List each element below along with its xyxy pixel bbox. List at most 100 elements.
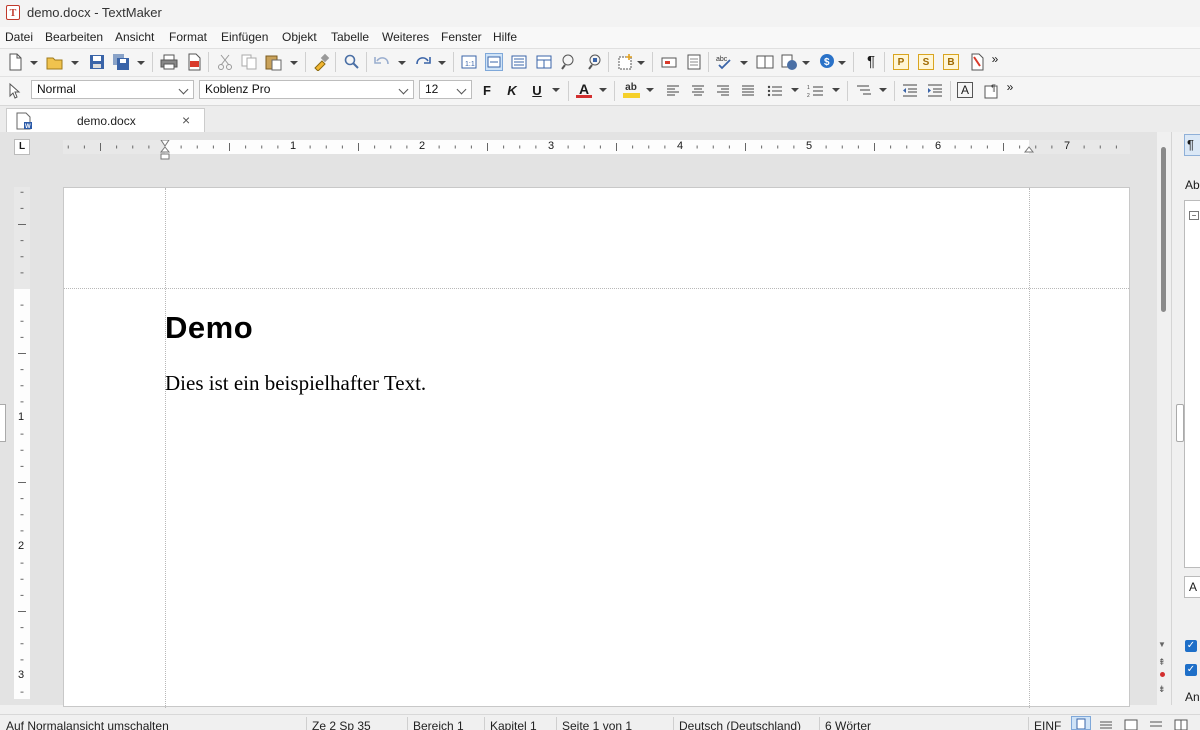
insert-field-icon[interactable] bbox=[660, 53, 678, 71]
document-properties-icon[interactable] bbox=[968, 53, 986, 71]
status-chapter[interactable]: Kapitel 1 bbox=[490, 719, 537, 730]
insert-form-icon[interactable] bbox=[685, 53, 703, 71]
sidebar-field[interactable]: A bbox=[1184, 576, 1200, 598]
open-folder-icon[interactable] bbox=[46, 53, 64, 71]
status-word-count[interactable]: 6 Wörter bbox=[825, 719, 871, 730]
status-language[interactable]: Deutsch (Deutschland) bbox=[679, 719, 801, 730]
document-body-text[interactable]: Dies ist ein beispielhafter Text. bbox=[165, 371, 426, 396]
outline-view-status-icon[interactable] bbox=[1099, 718, 1113, 730]
frame-dropdown-icon[interactable] bbox=[637, 61, 645, 65]
view-page-icon[interactable]: 1:1 bbox=[460, 53, 478, 71]
master-view-status-icon[interactable] bbox=[1149, 718, 1163, 730]
numbering-dropdown-icon[interactable] bbox=[832, 88, 840, 92]
outline-list-icon[interactable] bbox=[855, 82, 873, 100]
translate-icon[interactable] bbox=[780, 53, 798, 71]
menu-fenster[interactable]: Fenster bbox=[441, 30, 482, 44]
save-all-icon[interactable] bbox=[112, 53, 130, 71]
menu-bearbeiten[interactable]: Bearbeiten bbox=[45, 30, 103, 44]
document-heading[interactable]: Demo bbox=[165, 310, 253, 346]
spellcheck-dropdown-icon[interactable] bbox=[740, 61, 748, 65]
save-icon[interactable] bbox=[88, 53, 106, 71]
spellcheck-icon[interactable]: abc bbox=[715, 53, 733, 71]
font-size-select[interactable]: 12 bbox=[419, 80, 472, 99]
pilcrow-icon[interactable]: ¶ bbox=[862, 53, 880, 71]
bold-button[interactable]: F bbox=[478, 82, 496, 100]
bullet-dropdown-icon[interactable] bbox=[791, 88, 799, 92]
toolbar-more-icon[interactable]: » bbox=[986, 50, 1004, 68]
next-page-icon[interactable]: ⇟ bbox=[1158, 684, 1166, 695]
underline-dropdown-icon[interactable] bbox=[552, 88, 560, 92]
sidebar-checkbox[interactable]: ✓ bbox=[1185, 640, 1197, 652]
search-icon[interactable] bbox=[343, 53, 361, 71]
insert-frame-icon[interactable] bbox=[616, 53, 634, 71]
thesaurus-icon[interactable] bbox=[756, 53, 774, 71]
document-page[interactable] bbox=[63, 187, 1130, 708]
status-insert-mode[interactable]: EINF bbox=[1034, 719, 1061, 730]
new-document-icon[interactable] bbox=[6, 53, 24, 71]
scroll-down-icon[interactable]: ▼ bbox=[1158, 640, 1166, 649]
object-style-button[interactable]: B bbox=[943, 54, 959, 70]
book-view-status-icon[interactable] bbox=[1174, 718, 1188, 730]
formatbar-more-icon[interactable]: » bbox=[1001, 78, 1019, 96]
tab-demo-docx[interactable]: W demo.docx × bbox=[6, 108, 205, 132]
format-painter-icon[interactable] bbox=[312, 53, 330, 71]
sidebar-checkbox[interactable]: ✓ bbox=[1185, 664, 1197, 676]
underline-button[interactable]: U bbox=[528, 82, 546, 100]
redo-dropdown-icon[interactable] bbox=[438, 61, 446, 65]
menu-tabelle[interactable]: Tabelle bbox=[331, 30, 369, 44]
character-format-icon[interactable]: A bbox=[957, 82, 973, 98]
paragraph-format-icon[interactable]: ¶ bbox=[983, 82, 1001, 100]
status-cursor-position[interactable]: Ze 2 Sp 35 bbox=[312, 719, 371, 730]
zoom-icon[interactable] bbox=[560, 53, 578, 71]
menu-objekt[interactable]: Objekt bbox=[282, 30, 317, 44]
numbered-list-icon[interactable]: 12 bbox=[807, 82, 825, 100]
menu-einfuegen[interactable]: Einfügen bbox=[221, 30, 268, 44]
left-panel-toggle[interactable] bbox=[0, 404, 6, 442]
style-select[interactable]: Normal bbox=[31, 80, 194, 99]
character-style-button[interactable]: S bbox=[918, 54, 934, 70]
italic-button[interactable]: K bbox=[503, 82, 521, 100]
help-lookup-icon[interactable]: $ bbox=[818, 53, 836, 71]
select-pointer-icon[interactable] bbox=[6, 82, 24, 100]
menu-ansicht[interactable]: Ansicht bbox=[115, 30, 154, 44]
paste-dropdown-icon[interactable] bbox=[290, 61, 298, 65]
menu-weiteres[interactable]: Weiteres bbox=[382, 30, 429, 44]
previous-page-icon[interactable]: ⇞ bbox=[1158, 657, 1166, 668]
paragraph-style-button[interactable]: P bbox=[893, 54, 909, 70]
save-dropdown-icon[interactable] bbox=[137, 61, 145, 65]
copy-icon[interactable] bbox=[240, 53, 258, 71]
paste-icon[interactable] bbox=[264, 53, 282, 71]
open-dropdown-icon[interactable] bbox=[71, 61, 79, 65]
close-icon[interactable]: × bbox=[182, 112, 190, 128]
justify-icon[interactable] bbox=[739, 82, 757, 100]
translate-dropdown-icon[interactable] bbox=[802, 61, 810, 65]
decrease-indent-icon[interactable] bbox=[901, 82, 919, 100]
print-icon[interactable] bbox=[160, 53, 178, 71]
align-center-icon[interactable] bbox=[689, 82, 707, 100]
tab-stop-type-button[interactable]: L bbox=[14, 139, 30, 155]
align-left-icon[interactable] bbox=[664, 82, 682, 100]
align-right-icon[interactable] bbox=[714, 82, 732, 100]
menu-format[interactable]: Format bbox=[169, 30, 207, 44]
cut-icon[interactable] bbox=[216, 53, 234, 71]
outline-dropdown-icon[interactable] bbox=[879, 88, 887, 92]
normal-view-icon[interactable] bbox=[485, 53, 503, 71]
lookup-dropdown-icon[interactable] bbox=[838, 61, 846, 65]
undo-dropdown-icon[interactable] bbox=[398, 61, 406, 65]
status-section[interactable]: Bereich 1 bbox=[413, 719, 464, 730]
menu-datei[interactable]: Datei bbox=[5, 30, 33, 44]
scrollbar-thumb[interactable] bbox=[1161, 147, 1166, 312]
font-color-dropdown-icon[interactable] bbox=[599, 88, 607, 92]
outline-view-icon[interactable] bbox=[510, 53, 528, 71]
highlight-dropdown-icon[interactable] bbox=[646, 88, 654, 92]
zoom-page-icon[interactable] bbox=[585, 53, 603, 71]
sidebar-list[interactable]: − bbox=[1184, 200, 1200, 568]
normal-view-status-icon[interactable] bbox=[1071, 716, 1091, 730]
export-pdf-icon[interactable] bbox=[185, 53, 203, 71]
master-page-icon[interactable] bbox=[535, 53, 553, 71]
bullet-list-icon[interactable] bbox=[766, 82, 784, 100]
sidebar-toggle-handle[interactable] bbox=[1176, 404, 1184, 442]
browse-object-icon[interactable] bbox=[1160, 672, 1165, 677]
increase-indent-icon[interactable] bbox=[926, 82, 944, 100]
undo-icon[interactable] bbox=[373, 53, 391, 71]
